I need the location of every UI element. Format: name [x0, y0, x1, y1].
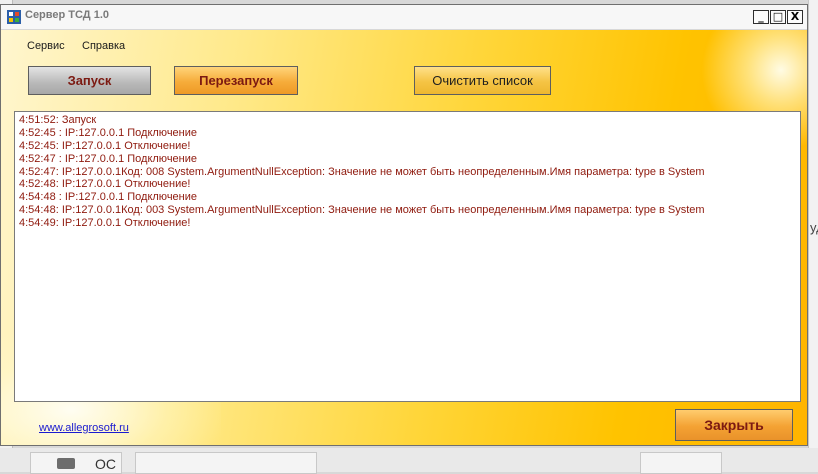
client-area: Сервис Справка Запуск Перезапуск Очистит… — [1, 30, 807, 445]
log-line: 4:54:48: IP:127.0.0.1Код: 003 System.Arg… — [19, 204, 705, 216]
log-line: 4:54:49: IP:127.0.0.1 Отключение! — [19, 217, 191, 229]
log-line: 4:54:48 : IP:127.0.0.1 Подключение — [19, 191, 197, 203]
window-title: Сервер ТСД 1.0 — [25, 9, 109, 21]
title-bar[interactable]: Сервер ТСД 1.0 _ □ X — [1, 5, 807, 30]
close-window-button[interactable]: X — [787, 10, 803, 24]
menu-item-service[interactable]: Сервис — [27, 40, 65, 52]
app-icon — [7, 10, 21, 24]
menu-item-help[interactable]: Справка — [82, 40, 125, 52]
log-line: 4:52:48: IP:127.0.0.1 Отключение! — [19, 178, 191, 190]
background-taskbar-item — [135, 452, 317, 474]
minimize-button[interactable]: _ — [753, 10, 769, 24]
log-line: 4:51:52: Запуск — [19, 114, 97, 126]
log-line: 4:52:47: IP:127.0.0.1Код: 008 System.Arg… — [19, 166, 705, 178]
background-taskbar-item — [640, 452, 722, 474]
log-line: 4:52:45 : IP:127.0.0.1 Подключение — [19, 127, 197, 139]
log-line: 4:52:45: IP:127.0.0.1 Отключение! — [19, 140, 191, 152]
background-taskbar-label: ОС — [95, 456, 116, 472]
start-button[interactable]: Запуск — [28, 66, 151, 95]
restart-button[interactable]: Перезапуск — [174, 66, 298, 95]
background-panel-right — [808, 0, 818, 472]
background-letter: уд — [810, 220, 818, 235]
log-list[interactable]: 4:51:52: Запуск 4:52:45 : IP:127.0.0.1 П… — [14, 111, 801, 402]
maximize-button[interactable]: □ — [770, 10, 786, 24]
close-button[interactable]: Закрыть — [675, 409, 793, 441]
app-window: Сервер ТСД 1.0 _ □ X Сервис Справка Запу… — [0, 4, 808, 446]
truck-icon — [57, 458, 75, 469]
log-line: 4:52:47 : IP:127.0.0.1 Подключение — [19, 153, 197, 165]
website-link[interactable]: www.allegrosoft.ru — [39, 422, 129, 434]
clear-list-button[interactable]: Очистить список — [414, 66, 551, 95]
